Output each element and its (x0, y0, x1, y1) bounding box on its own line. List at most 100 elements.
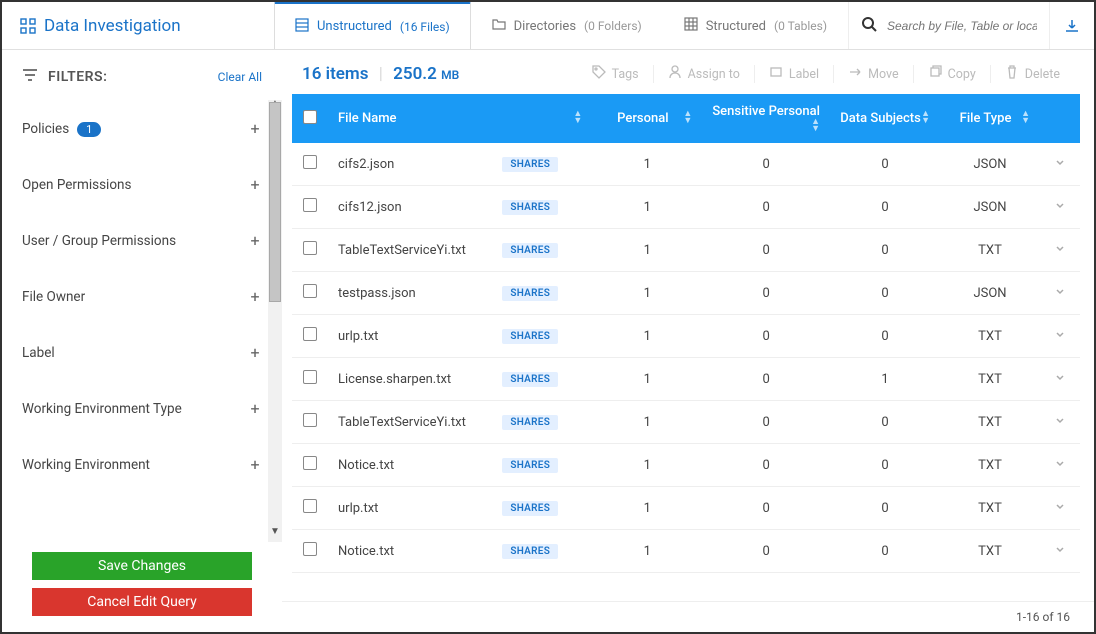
select-all-checkbox[interactable] (303, 110, 317, 124)
filter-item-label[interactable]: Label + (16, 324, 278, 380)
col-file-type[interactable]: File Type ▲▼ (940, 94, 1040, 143)
cell-sensitive: 0 (702, 315, 830, 358)
row-checkbox[interactable] (303, 542, 317, 556)
expand-icon[interactable]: + (248, 119, 262, 138)
items-summary: 16 items | 250.2 MB (302, 64, 459, 84)
search-wrap (848, 2, 1049, 49)
action-label: Assign to (688, 67, 740, 82)
scroll-down-icon[interactable]: ▼ (268, 526, 282, 540)
expand-icon[interactable]: + (248, 455, 262, 474)
expand-icon[interactable]: + (248, 175, 262, 194)
filter-item-policies[interactable]: Policies1 + (16, 100, 278, 156)
row-checkbox[interactable] (303, 499, 317, 513)
cancel-edit-query-button[interactable]: Cancel Edit Query (32, 588, 252, 616)
tab-directories[interactable]: Directories (0 Folders) (471, 2, 663, 49)
tag-icon (592, 65, 606, 83)
tab-structured[interactable]: Structured (0 Tables) (663, 2, 848, 49)
expand-row-button[interactable] (1040, 143, 1080, 186)
expand-row-button[interactable] (1040, 444, 1080, 487)
move-button[interactable]: Move (833, 65, 913, 83)
sidebar-scrollbar[interactable]: ▲ ▼ (268, 100, 282, 542)
col-file-name[interactable]: File Name▲▼ (328, 94, 592, 143)
filter-item-open-permissions[interactable]: Open Permissions + (16, 156, 278, 212)
download-button[interactable] (1049, 2, 1094, 49)
filters-label: FILTERS: (48, 69, 107, 85)
clear-all-button[interactable]: Clear All (218, 70, 262, 84)
filter-item-file-owner[interactable]: File Owner + (16, 268, 278, 324)
scroll-thumb[interactable] (269, 102, 281, 302)
cell-filename: TableTextServiceYi.txt (328, 229, 492, 272)
expand-row-button[interactable] (1040, 272, 1080, 315)
unstructured-icon (295, 18, 309, 36)
expand-row-button[interactable] (1040, 315, 1080, 358)
shares-tag: SHARES (502, 415, 558, 430)
filter-item-working-environment[interactable]: Working Environment + (16, 436, 278, 492)
shares-tag: SHARES (502, 544, 558, 559)
shares-tag: SHARES (502, 458, 558, 473)
file-table: File Name▲▼ Personal ▲▼ Sensitive Person… (292, 94, 1080, 573)
row-checkbox[interactable] (303, 370, 317, 384)
assign-to-button[interactable]: Assign to (653, 65, 754, 83)
expand-row-button[interactable] (1040, 487, 1080, 530)
cell-filename: Notice.txt (328, 444, 492, 487)
cell-subjects: 0 (830, 530, 940, 573)
copy-icon (928, 65, 942, 83)
cell-filetype: JSON (940, 186, 1040, 229)
tags-button[interactable]: Tags (578, 65, 653, 83)
expand-row-button[interactable] (1040, 229, 1080, 272)
search-input[interactable] (887, 19, 1037, 33)
expand-icon[interactable]: + (248, 343, 262, 362)
shares-tag: SHARES (502, 501, 558, 516)
action-label: Label (789, 67, 819, 82)
items-count: 16 items (302, 64, 368, 84)
structured-icon (684, 17, 698, 35)
cell-filename: cifs12.json (328, 186, 492, 229)
cell-personal: 1 (592, 358, 702, 401)
move-icon (848, 65, 862, 83)
cell-personal: 1 (592, 487, 702, 530)
row-checkbox[interactable] (303, 241, 317, 255)
label-button[interactable]: Label (754, 65, 833, 83)
col-subjects[interactable]: Data Subjects ▲▼ (830, 94, 940, 143)
table-row: urlp.txt SHARES 1 0 0 TXT (292, 487, 1080, 530)
expand-row-button[interactable] (1040, 186, 1080, 229)
tab-unstructured[interactable]: Unstructured (16 Files) (274, 2, 471, 49)
search-icon[interactable] (861, 16, 877, 36)
cell-subjects: 0 (830, 186, 940, 229)
pagination-text: 1-16 of 16 (1016, 610, 1070, 624)
shares-tag: SHARES (502, 157, 558, 172)
expand-row-button[interactable] (1040, 358, 1080, 401)
filter-label: Open Permissions (22, 177, 131, 193)
tab-count: (0 Tables) (774, 19, 827, 33)
cell-personal: 1 (592, 315, 702, 358)
filter-item-user-group-permissions[interactable]: User / Group Permissions + (16, 212, 278, 268)
col-sensitive[interactable]: Sensitive Personal ▲▼ (702, 94, 830, 143)
copy-button[interactable]: Copy (913, 65, 990, 83)
delete-button[interactable]: Delete (990, 65, 1074, 83)
row-checkbox[interactable] (303, 327, 317, 341)
expand-icon[interactable]: + (248, 231, 262, 250)
col-personal[interactable]: Personal ▲▼ (592, 94, 702, 143)
expand-row-button[interactable] (1040, 530, 1080, 573)
cell-subjects: 1 (830, 358, 940, 401)
cell-sensitive: 0 (702, 186, 830, 229)
expand-icon[interactable]: + (248, 287, 262, 306)
row-checkbox[interactable] (303, 413, 317, 427)
row-checkbox[interactable] (303, 456, 317, 470)
cell-filetype: JSON (940, 272, 1040, 315)
app-title: Data Investigation (2, 16, 274, 36)
row-checkbox[interactable] (303, 155, 317, 169)
assign-icon (668, 65, 682, 83)
cell-sensitive: 0 (702, 358, 830, 401)
expand-icon[interactable]: + (248, 399, 262, 418)
cell-sensitive: 0 (702, 272, 830, 315)
save-changes-button[interactable]: Save Changes (32, 552, 252, 580)
cell-subjects: 0 (830, 487, 940, 530)
header: Data Investigation Unstructured (16 File… (2, 2, 1094, 50)
row-checkbox[interactable] (303, 284, 317, 298)
row-checkbox[interactable] (303, 198, 317, 212)
cell-filename: License.sharpen.txt (328, 358, 492, 401)
filter-item-working-environment-type[interactable]: Working Environment Type + (16, 380, 278, 436)
expand-row-button[interactable] (1040, 401, 1080, 444)
cell-subjects: 0 (830, 272, 940, 315)
